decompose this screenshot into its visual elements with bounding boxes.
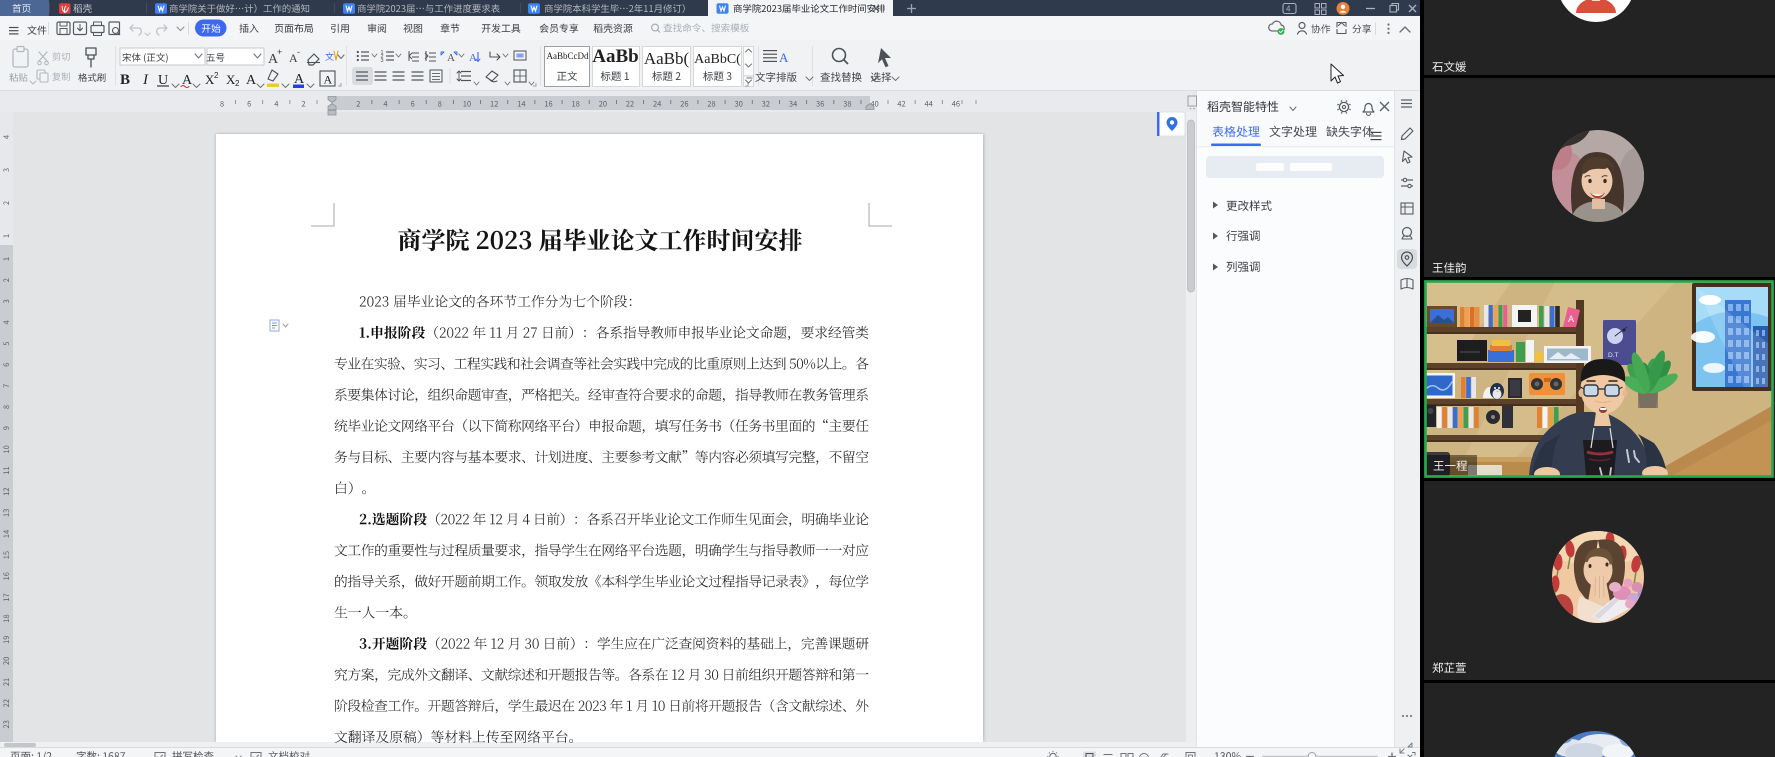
svg-text:A: A [324,73,333,87]
svg-text:4: 4 [1286,5,1291,14]
svg-text:A: A [246,73,257,88]
svg-text:B: B [120,72,130,88]
svg-text:A: A [779,50,789,65]
svg-text:-: - [297,47,300,57]
svg-text:2: 2 [235,79,240,88]
svg-text:I: I [142,72,149,88]
svg-text:+: + [277,47,282,57]
svg-text:3: 3 [381,58,384,64]
svg-text:A: A [1568,314,1574,324]
svg-text:D.T: D.T [1608,352,1619,359]
svg-text:2: 2 [214,71,219,80]
svg-text:A: A [469,52,477,64]
svg-text:A: A [447,52,455,64]
